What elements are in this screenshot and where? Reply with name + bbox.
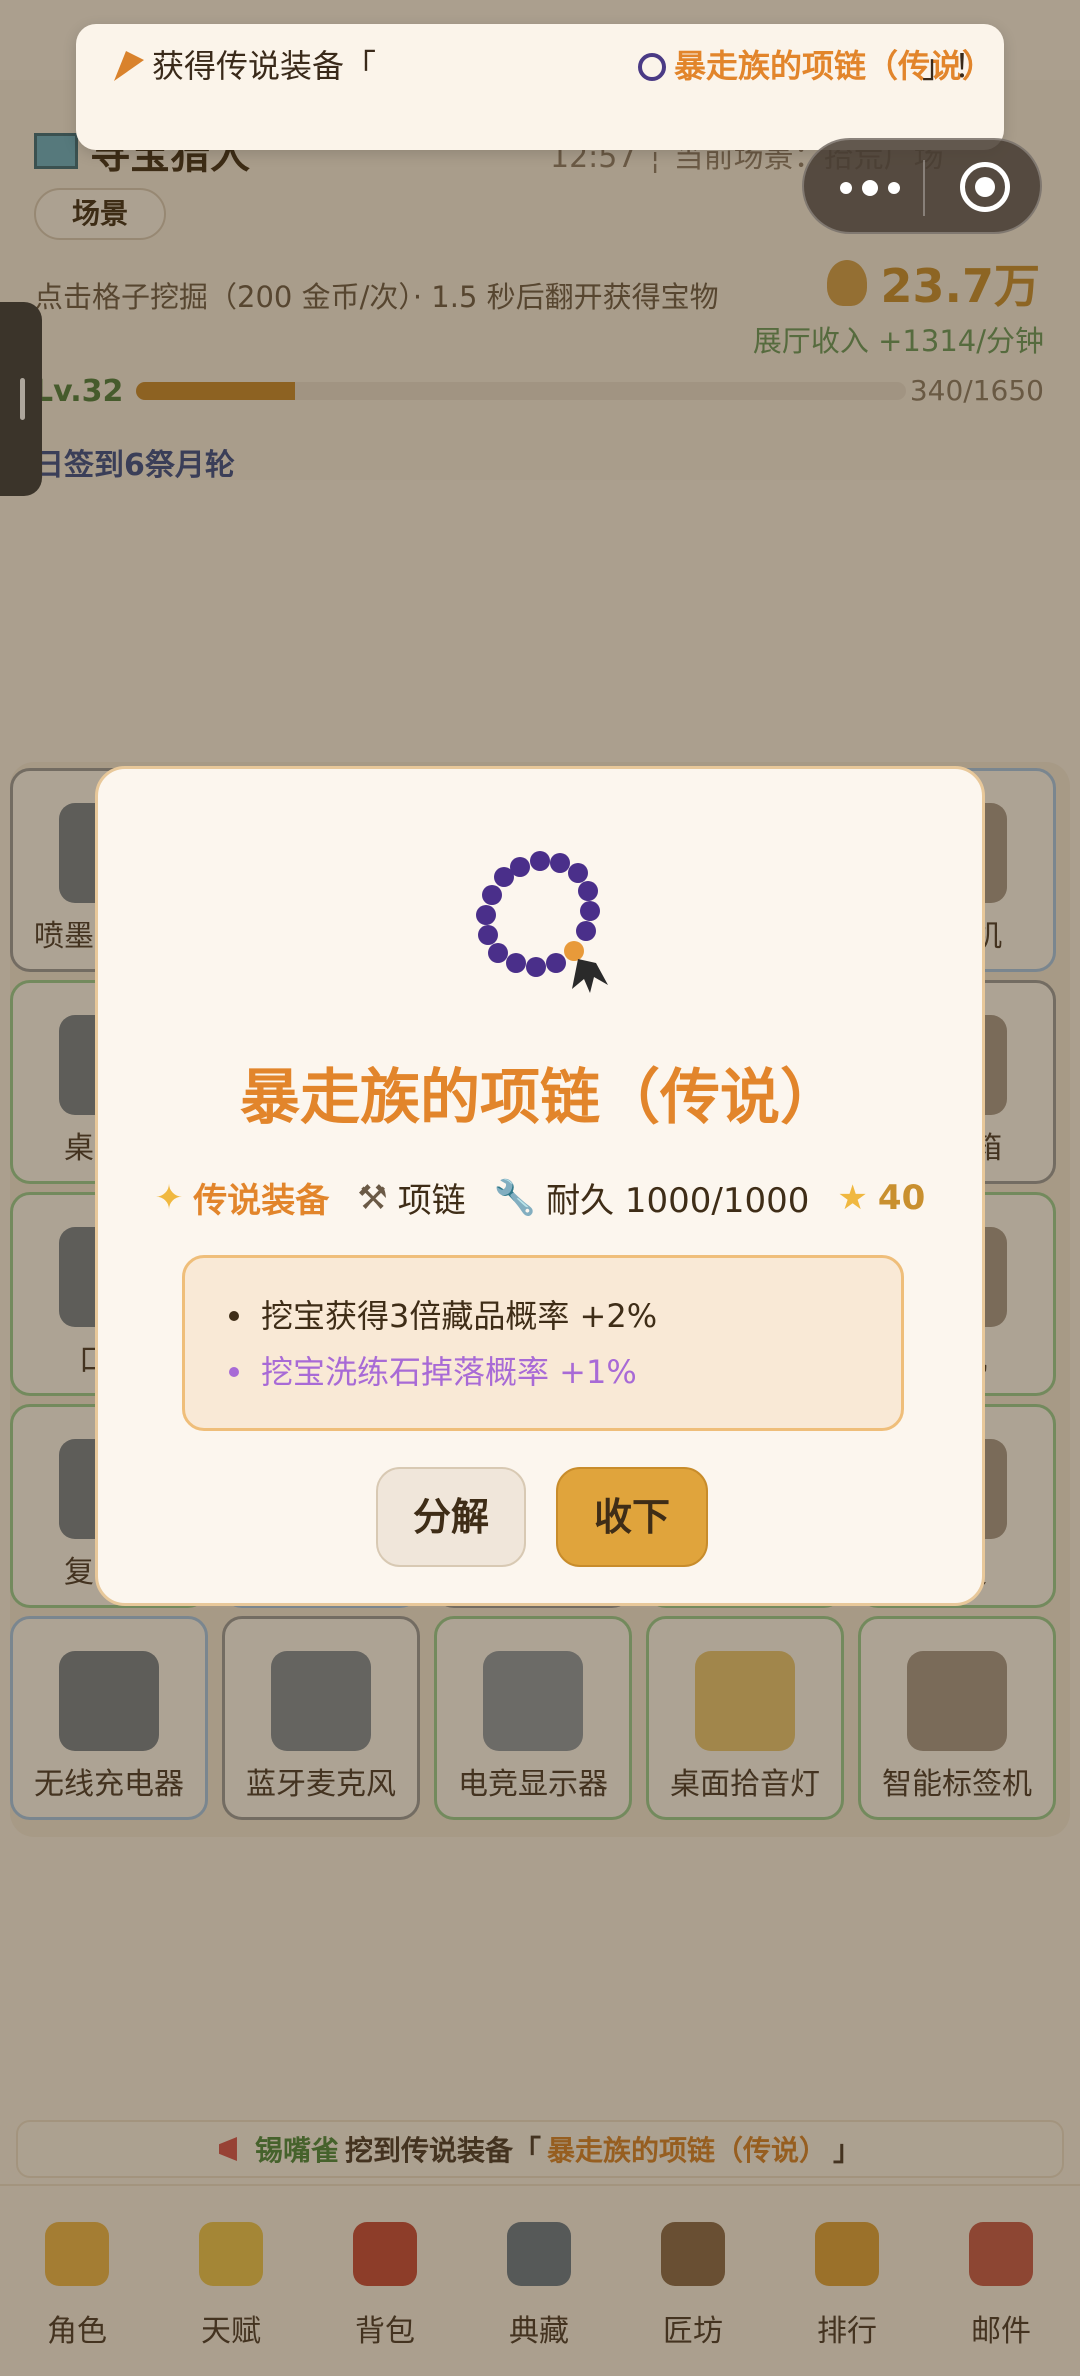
affix-item: 挖宝获得3倍藏品概率 +2% [229,1288,901,1344]
rarity-badge: ✦ 传说装备 [155,1173,330,1222]
accept-button[interactable]: 收下 [556,1467,708,1567]
decompose-button[interactable]: 分解 [376,1467,526,1567]
affix-list: 挖宝获得3倍藏品概率 +2% 挖宝洗练石掉落概率 +1% [182,1255,904,1431]
necklace-icon [638,53,666,81]
toast-close-quote: 」！ [922,47,987,85]
more-icon[interactable] [840,176,900,200]
toast-left: 获得传说装备「 [114,44,394,88]
sparkles-icon: ✦ [154,1177,184,1218]
score-badge: ★ 40 [837,1178,925,1218]
rarity-text: 传说装备 [193,1181,330,1221]
item-name: 暴走族的项链（传说） [240,1063,840,1133]
affix-text: 挖宝获得3倍藏品概率 +2% [261,1297,658,1335]
slot-text: 项链 [397,1181,466,1221]
affix-item: 挖宝洗练石掉落概率 +1% [229,1344,901,1400]
wrench-icon: 🔧 [493,1177,537,1218]
party-popper-icon [114,51,144,81]
close-miniprogram-icon[interactable] [960,162,1010,212]
reward-modal: 暴走族的项链（传说） ✦ 传说装备 ⚒ 项链 🔧 耐久 1000/1000 ★ … [95,766,985,1606]
toast-notification: 获得传说装备「 暴走族的项链（传说） 」！ [76,24,1004,150]
item-meta: ✦ 传说装备 ⚒ 项链 🔧 耐久 1000/1000 ★ 40 [98,1173,982,1222]
slot-badge: ⚒ 项链 [357,1173,465,1222]
hammer-pick-icon: ⚒ [357,1177,388,1218]
score-text: 40 [877,1177,926,1218]
miniprogram-capsule [802,138,1042,234]
star-icon: ★ [837,1177,868,1218]
durability-text: 耐久 1000/1000 [546,1181,810,1221]
affix-text: 挖宝洗练石掉落概率 +1% [261,1353,637,1391]
toast-left-text: 获得传说装备「 [152,47,377,85]
durability-badge: 🔧 耐久 1000/1000 [494,1173,810,1222]
prayer-beads-icon [476,851,608,993]
